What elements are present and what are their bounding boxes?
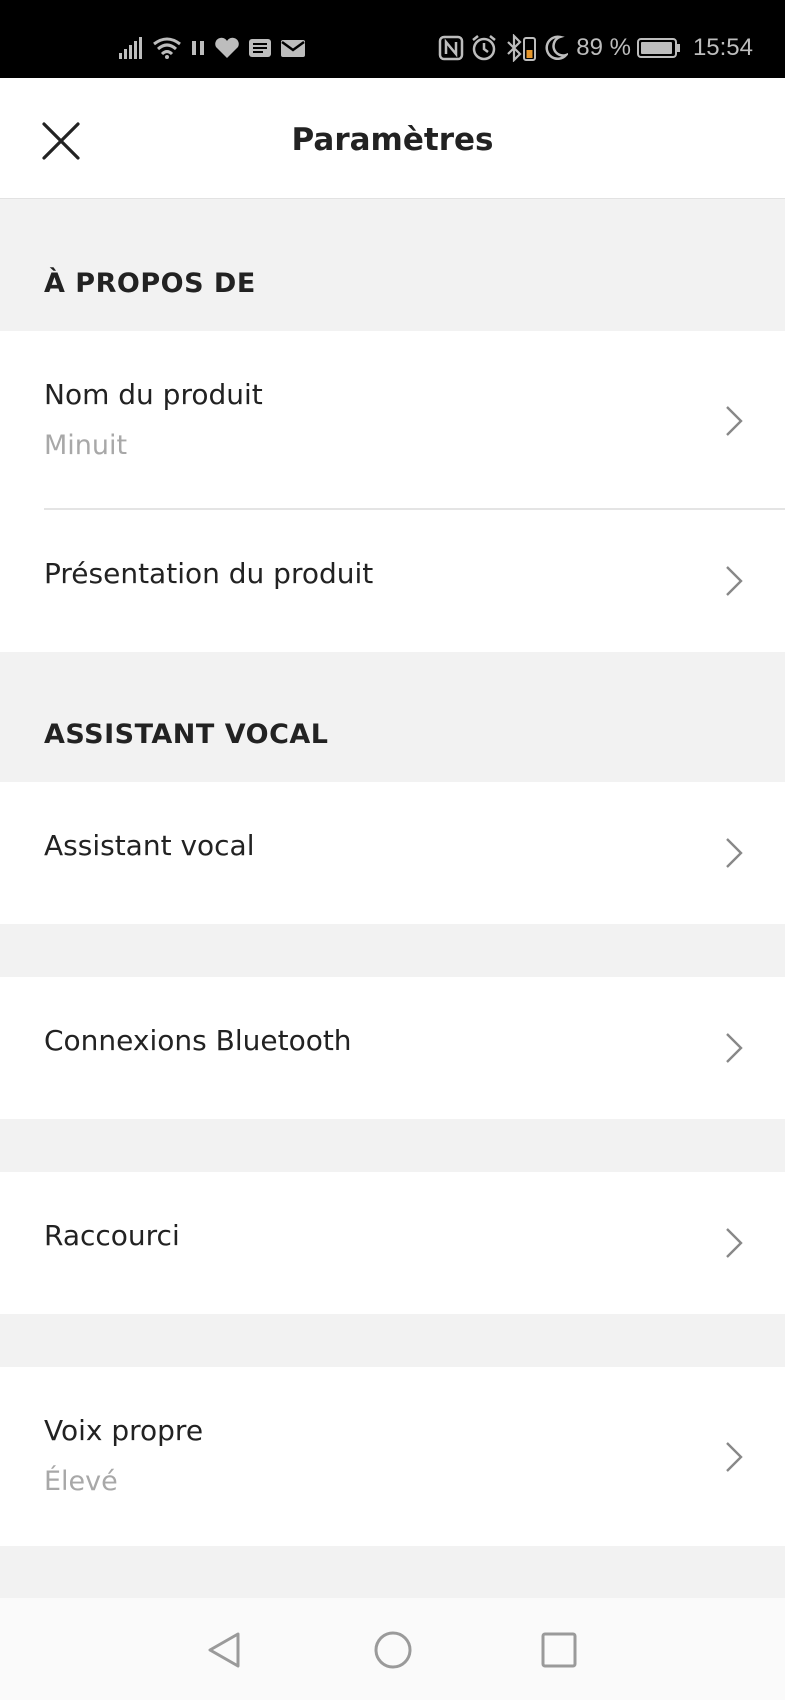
battery-icon: [636, 38, 680, 58]
section-heading-voice-assistant: ASSISTANT VOCAL: [0, 652, 785, 782]
section-heading-about-label: À PROPOS DE: [44, 268, 256, 299]
chevron-right-icon: [726, 1033, 743, 1063]
shortcut-row[interactable]: Raccourci: [0, 1172, 785, 1314]
product-name-row[interactable]: Nom du produit Minuit: [0, 331, 785, 510]
battery-percent: 89 %: [576, 34, 631, 61]
close-button[interactable]: [38, 118, 84, 164]
recents-button[interactable]: [537, 1628, 581, 1672]
chevron-right-icon: [726, 566, 743, 596]
section-heading-about: À PROPOS DE: [0, 199, 785, 331]
clock: 15:54: [692, 34, 753, 61]
app-bar: Paramètres: [0, 78, 785, 199]
voice-assistant-row[interactable]: Assistant vocal: [0, 782, 785, 924]
bluetooth-connections-label: Connexions Bluetooth: [44, 1024, 352, 1057]
self-voice-row[interactable]: Voix propre Élevé: [0, 1367, 785, 1546]
recents-square-icon: [541, 1632, 577, 1668]
section-heading-voice-assistant-label: ASSISTANT VOCAL: [44, 719, 329, 750]
mail-icon: [281, 40, 305, 57]
chevron-right-icon: [726, 1442, 743, 1472]
self-voice-label: Voix propre: [44, 1414, 204, 1447]
close-icon: [42, 122, 80, 160]
product-name-value: Minuit: [44, 430, 128, 461]
product-overview-row[interactable]: Présentation du produit: [0, 510, 785, 652]
bluetooth-battery-icon: [507, 34, 537, 62]
page-title: Paramètres: [291, 122, 494, 158]
voice-assistant-label: Assistant vocal: [44, 829, 255, 862]
back-triangle-icon: [208, 1632, 240, 1668]
moon-icon: [545, 35, 569, 60]
signal-icon: [119, 37, 142, 59]
wifi-icon: [153, 37, 181, 59]
product-name-label: Nom du produit: [44, 378, 263, 411]
back-button[interactable]: [202, 1628, 246, 1672]
status-bar: 89 % 15:54: [0, 0, 785, 78]
heart-icon: [215, 37, 239, 58]
chevron-right-icon: [726, 406, 743, 436]
alarm-icon: [472, 35, 497, 61]
bluetooth-connections-row[interactable]: Connexions Bluetooth: [0, 977, 785, 1119]
nfc-icon: [438, 35, 464, 61]
news-icon: [249, 39, 271, 57]
chevron-right-icon: [726, 838, 743, 868]
chevron-right-icon: [726, 1228, 743, 1258]
pause-icon: [192, 41, 204, 55]
product-overview-label: Présentation du produit: [44, 557, 374, 590]
status-icons-right: 89 % 15:54: [438, 33, 753, 63]
status-icons-left: [118, 33, 306, 63]
home-circle-icon: [374, 1631, 412, 1669]
home-button[interactable]: [371, 1628, 415, 1672]
self-voice-value: Élevé: [44, 1466, 118, 1497]
shortcut-label: Raccourci: [44, 1219, 180, 1252]
system-nav-bar: [0, 1598, 785, 1700]
